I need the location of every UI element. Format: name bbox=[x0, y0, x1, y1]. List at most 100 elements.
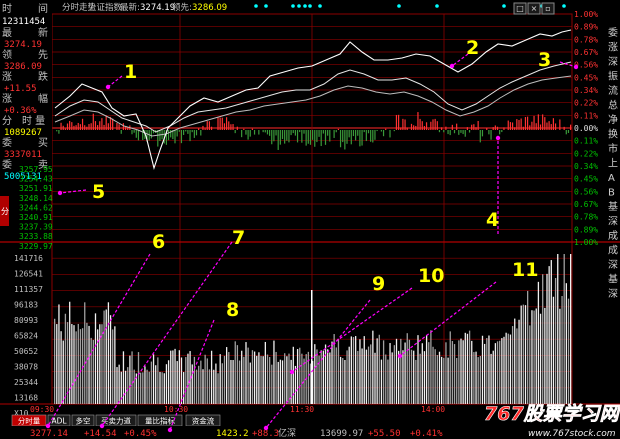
sidebar-item: A bbox=[608, 173, 615, 184]
flow-bar-up bbox=[509, 122, 511, 130]
flow-bar-up bbox=[445, 126, 447, 130]
flow-bar-up bbox=[415, 125, 417, 130]
watermark-title: 767股票学习网 bbox=[484, 403, 620, 425]
volume-bar bbox=[245, 342, 247, 404]
tab-label: 买卖力道 bbox=[101, 416, 131, 426]
flow-bar-down bbox=[191, 130, 193, 133]
annotation-arrowhead bbox=[573, 64, 579, 70]
volume-bar bbox=[404, 342, 406, 404]
sidebar-item: 基 bbox=[608, 273, 618, 286]
percent-tick: 0.11% bbox=[574, 137, 598, 146]
volume-bar bbox=[335, 347, 337, 404]
volume-bar bbox=[395, 338, 398, 404]
percent-tick: 0.00% bbox=[574, 124, 598, 133]
volume-bar bbox=[359, 339, 361, 404]
status-price: 3277.14 bbox=[30, 429, 68, 439]
volume-bar bbox=[355, 336, 357, 404]
flow-bar-up bbox=[417, 112, 419, 130]
volume-bar bbox=[370, 344, 372, 404]
flow-bar-up bbox=[77, 122, 79, 130]
volume-bar bbox=[176, 361, 178, 404]
flow-bar-down bbox=[133, 130, 135, 133]
flow-bar-up bbox=[81, 118, 84, 130]
volume-tick: 25344 bbox=[14, 378, 38, 387]
volume-bar bbox=[94, 313, 97, 404]
flow-bar-up bbox=[217, 117, 219, 130]
volume-tick: 111357 bbox=[14, 285, 43, 294]
volume-bar bbox=[77, 323, 79, 404]
flow-bar-up bbox=[544, 117, 546, 130]
volume-bar bbox=[251, 350, 254, 404]
volume-bar bbox=[346, 350, 348, 404]
flow-bar-down bbox=[258, 130, 260, 135]
flow-bar-down bbox=[367, 130, 370, 134]
price-tick: 3254.43 bbox=[19, 175, 53, 184]
volume-bar bbox=[361, 348, 363, 404]
volume-bar bbox=[344, 359, 346, 404]
volume-bar bbox=[320, 350, 322, 404]
volume-bar bbox=[86, 322, 88, 404]
flow-bar-down bbox=[290, 130, 292, 136]
volume-bar bbox=[363, 336, 365, 404]
flow-bar-down bbox=[189, 130, 191, 142]
volume-bar bbox=[417, 335, 419, 404]
sidebar-item: 深 bbox=[608, 288, 618, 300]
annotation-arrowhead bbox=[57, 190, 63, 196]
flow-bar-down bbox=[318, 130, 320, 137]
status-amount-unit: 亿深 bbox=[278, 427, 296, 439]
lead-label-left-b: 先 bbox=[38, 49, 48, 61]
flow-bar-down bbox=[180, 130, 183, 144]
pct-label: 涨 bbox=[2, 93, 12, 105]
flow-bar-down bbox=[333, 130, 335, 138]
flow-bar-down bbox=[355, 130, 357, 141]
flow-bar-up bbox=[531, 121, 533, 130]
volume-bar bbox=[264, 341, 266, 404]
flow-bar-down bbox=[374, 130, 376, 140]
flow-bar-down bbox=[294, 130, 296, 136]
annotation-label: 2 bbox=[466, 37, 479, 59]
flow-bar-up bbox=[92, 113, 94, 130]
flow-bar-up bbox=[559, 119, 561, 130]
volume-bar bbox=[54, 318, 56, 404]
flow-bar-up bbox=[71, 122, 73, 130]
latest-label-left-b: 新 bbox=[38, 26, 48, 39]
volume-bar bbox=[447, 357, 449, 404]
latest-label-left: 最 bbox=[2, 27, 12, 39]
volume-bar bbox=[105, 309, 107, 404]
volume-bar bbox=[208, 369, 211, 404]
flow-bar-up bbox=[219, 117, 221, 130]
price-tick: 3251.91 bbox=[19, 184, 53, 193]
flow-bar-up bbox=[84, 125, 86, 130]
volume-bar bbox=[277, 361, 279, 404]
percent-tick: 1.00% bbox=[574, 238, 598, 247]
flow-bar-up bbox=[537, 114, 539, 130]
volume-bar bbox=[339, 356, 342, 404]
volume-bar bbox=[279, 359, 282, 404]
event-marker bbox=[303, 4, 307, 8]
flow-bar-up bbox=[230, 124, 232, 130]
volume-bar bbox=[352, 337, 355, 404]
volume-bar bbox=[481, 335, 484, 404]
buy-label-b: 买 bbox=[38, 137, 48, 149]
percent-tick: 0.67% bbox=[574, 200, 598, 209]
price-axis-left: 3257.953254.433251.913248.143244.623240.… bbox=[19, 165, 53, 251]
flow-bar-down bbox=[292, 130, 294, 134]
volume-bar bbox=[253, 351, 256, 404]
percent-tick: 0.89% bbox=[574, 225, 598, 234]
flow-bar-up bbox=[503, 127, 505, 130]
status-sz-change: +55.50 bbox=[368, 429, 401, 439]
flow-bar-down bbox=[372, 130, 374, 143]
flow-bar-up bbox=[550, 124, 552, 130]
flow-bar-down bbox=[288, 130, 290, 143]
volume-bar bbox=[296, 349, 299, 404]
volume-bar bbox=[552, 296, 555, 404]
flow-bar-up bbox=[337, 128, 339, 130]
volume-bar bbox=[163, 373, 165, 404]
flow-bar-down bbox=[187, 130, 189, 134]
volume-bar bbox=[249, 362, 251, 404]
flow-bar-up bbox=[406, 127, 408, 130]
flow-bar-up bbox=[101, 118, 103, 130]
volume-bar bbox=[116, 367, 118, 404]
volume-bar bbox=[262, 356, 264, 404]
flow-bar-down bbox=[305, 130, 307, 146]
